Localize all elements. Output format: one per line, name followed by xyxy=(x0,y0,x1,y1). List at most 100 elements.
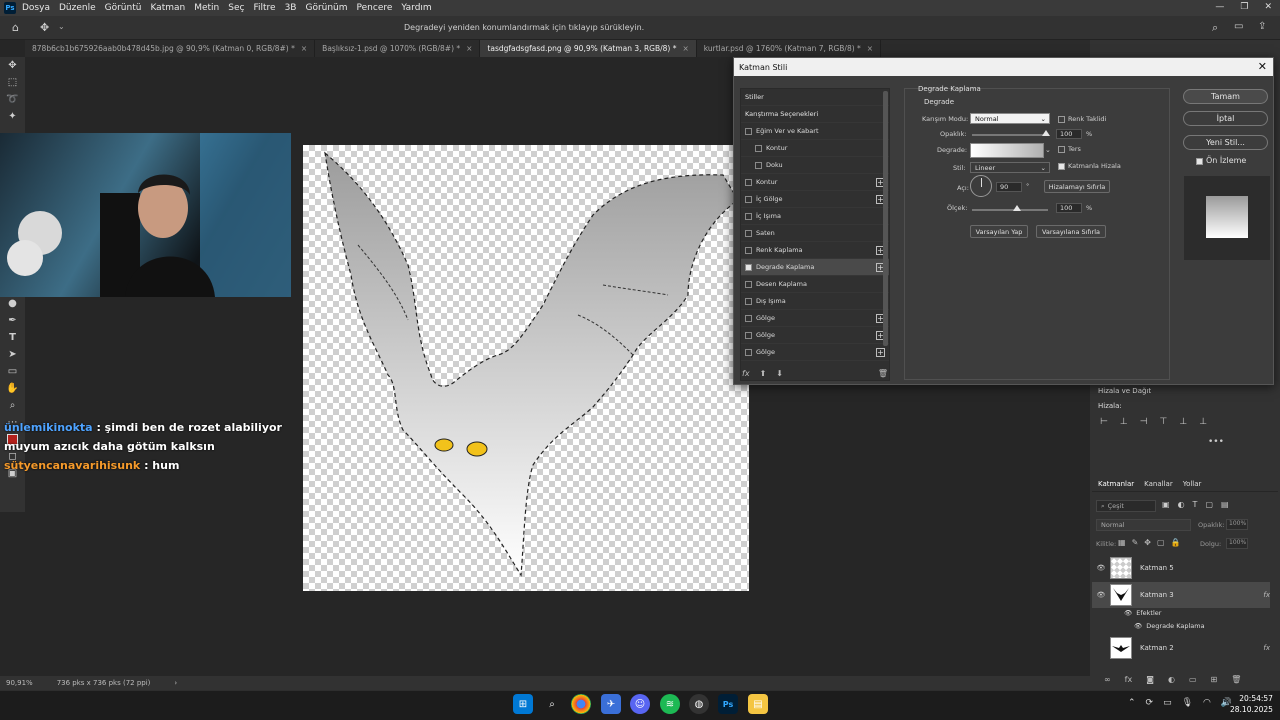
maps-icon[interactable]: ✈ xyxy=(601,694,621,714)
style-pattern-overlay[interactable]: Desen Kaplama xyxy=(741,276,889,293)
style-checkbox[interactable] xyxy=(755,144,762,152)
align-right-icon[interactable]: ⊣ xyxy=(1140,417,1148,427)
tab-doc-1[interactable]: 878b6cb1b675926aab0b478d45b.jpg @ 90,9% … xyxy=(25,40,316,57)
blend-mode-select[interactable]: Normal ⌄ xyxy=(970,113,1050,124)
search-icon[interactable]: ⌕ xyxy=(542,694,562,714)
chrome-icon[interactable] xyxy=(571,694,591,714)
style-checkbox[interactable] xyxy=(745,348,752,356)
ok-button[interactable]: Tamam xyxy=(1183,89,1268,104)
reverse-checkbox[interactable] xyxy=(1058,146,1065,153)
gradient-swatch[interactable] xyxy=(970,143,1044,158)
zoom-level[interactable]: 90,91% xyxy=(6,679,33,687)
effect-item[interactable]: 👁 Degrade Kaplama xyxy=(1134,622,1205,630)
opacity-slider-handle[interactable] xyxy=(1042,130,1050,136)
style-checkbox[interactable] xyxy=(745,178,752,186)
hand-tool-icon[interactable]: ✋ xyxy=(0,380,25,397)
wifi-icon[interactable]: ◠ xyxy=(1203,698,1211,708)
eye-icon[interactable]: 👁 xyxy=(1124,609,1132,617)
close-icon[interactable]: × xyxy=(301,44,307,53)
microphone-icon[interactable]: 🎙 xyxy=(1182,698,1193,708)
menu-window[interactable]: Pencere xyxy=(357,3,393,13)
cancel-button[interactable]: İptal xyxy=(1183,111,1268,126)
style-inner-glow[interactable]: İç Işıma xyxy=(741,208,889,225)
align-layer-checkbox[interactable] xyxy=(1058,163,1065,170)
menu-type[interactable]: Metin xyxy=(194,3,219,13)
align-vcenter-icon[interactable]: ⊥ xyxy=(1179,417,1187,427)
dodge-tool-icon[interactable]: ● xyxy=(0,295,25,312)
shape-filter-icon[interactable]: ▢ xyxy=(1205,500,1213,509)
tab-doc-4[interactable]: kurtlar.psd @ 1760% (Katman 7, RGB/8) * × xyxy=(697,40,882,57)
style-drop-shadow[interactable]: Gölge + xyxy=(741,327,889,344)
eye-icon[interactable]: 👁 xyxy=(1134,622,1142,630)
reset-alignment-button[interactable]: Hizalamayı Sıfırla xyxy=(1044,180,1110,193)
menu-view[interactable]: Görünüm xyxy=(305,3,347,13)
mask-icon[interactable]: ◙ xyxy=(1146,675,1154,684)
style-checkbox[interactable] xyxy=(745,263,752,271)
tab-doc-3[interactable]: tasdgfadsgfasd.png @ 90,9% (Katman 3, RG… xyxy=(480,40,697,57)
system-clock[interactable]: 20:54:57 28.10.2025 xyxy=(1230,693,1273,715)
chevron-down-icon[interactable]: ⌄ xyxy=(1045,146,1051,154)
style-drop-shadow[interactable]: Gölge + xyxy=(741,310,889,327)
align-bottom-icon[interactable]: ⊥ xyxy=(1199,417,1207,427)
style-contour[interactable]: Kontur xyxy=(741,140,889,157)
eye-icon[interactable]: 👁 xyxy=(1092,564,1110,572)
style-outer-glow[interactable]: Dış Işıma xyxy=(741,293,889,310)
make-default-button[interactable]: Varsayılan Yap xyxy=(970,225,1028,238)
dither-checkbox[interactable] xyxy=(1058,116,1065,123)
restore-icon[interactable]: ❐ xyxy=(1240,2,1248,12)
menu-filter[interactable]: Filtre xyxy=(253,3,275,13)
scale-input[interactable]: 100 xyxy=(1056,203,1082,213)
style-checkbox[interactable] xyxy=(755,161,762,169)
blending-options[interactable]: Karıştırma Seçenekleri xyxy=(741,106,889,123)
magic-wand-icon[interactable]: ✦ xyxy=(0,108,25,125)
style-checkbox[interactable] xyxy=(745,195,752,203)
chevron-up-icon[interactable]: ⌃ xyxy=(1128,698,1136,708)
opacity-input[interactable]: 100 xyxy=(1056,129,1082,139)
fx-icon[interactable]: fx xyxy=(1125,675,1133,684)
style-checkbox[interactable] xyxy=(745,331,752,339)
menu-image[interactable]: Görüntü xyxy=(105,3,142,13)
chevron-down-icon[interactable]: ⌄ xyxy=(58,22,65,31)
style-texture[interactable]: Doku xyxy=(741,157,889,174)
home-icon[interactable]: ⌂ xyxy=(12,21,19,34)
angle-input[interactable]: 90 xyxy=(996,182,1022,192)
angle-dial[interactable] xyxy=(970,175,992,197)
tab-doc-2[interactable]: Başlıksız-1.psd @ 1070% (RGB/8#) * × xyxy=(315,40,481,57)
style-checkbox[interactable] xyxy=(745,127,752,135)
document-canvas[interactable] xyxy=(303,145,749,591)
spotify-icon[interactable]: ≋ xyxy=(660,694,680,714)
lock-all-icon[interactable]: 🔒 xyxy=(1171,538,1181,547)
style-checkbox[interactable] xyxy=(745,280,752,288)
pixel-filter-icon[interactable]: ▣ xyxy=(1162,500,1170,509)
pen-tool-icon[interactable]: ✒ xyxy=(0,312,25,329)
layer-filter[interactable]: ⌕ Çeşit xyxy=(1096,500,1156,512)
style-select[interactable]: Lineer ⌄ xyxy=(970,162,1050,173)
close-icon[interactable]: ✕ xyxy=(1258,60,1267,73)
align-top-icon[interactable]: ⊤ xyxy=(1160,417,1168,427)
smart-filter-icon[interactable]: ▤ xyxy=(1221,500,1229,509)
style-bevel[interactable]: Eğim Ver ve Kabart xyxy=(741,123,889,140)
share-icon[interactable]: ⇪ xyxy=(1258,21,1266,32)
trash-icon[interactable]: 🗑 xyxy=(1231,675,1241,684)
fx-icon[interactable]: fx xyxy=(1263,644,1270,652)
align-hcenter-icon[interactable]: ⊥ xyxy=(1120,417,1128,427)
effects-group[interactable]: 👁 Efektler xyxy=(1124,609,1161,617)
sync-icon[interactable]: ⟳ xyxy=(1146,698,1154,708)
style-checkbox[interactable] xyxy=(745,229,752,237)
menu-layer[interactable]: Katman xyxy=(150,3,185,13)
menu-help[interactable]: Yardım xyxy=(401,3,431,13)
trash-icon[interactable]: 🗑 xyxy=(878,369,888,378)
path-select-icon[interactable]: ➤ xyxy=(0,346,25,363)
tab-layers[interactable]: Katmanlar xyxy=(1098,480,1134,488)
lock-pixels-icon[interactable]: ▦ xyxy=(1118,538,1126,547)
new-layer-icon[interactable]: ⊞ xyxy=(1211,675,1218,684)
style-checkbox[interactable] xyxy=(745,212,752,220)
zoom-tool-icon[interactable]: ⌕ xyxy=(0,397,25,414)
type-tool-icon[interactable]: T xyxy=(0,329,25,346)
style-inner-shadow[interactable]: İç Gölge + xyxy=(741,191,889,208)
menu-edit[interactable]: Düzenle xyxy=(59,3,96,13)
adjustment-filter-icon[interactable]: ◐ xyxy=(1178,500,1185,509)
style-drop-shadow[interactable]: Gölge + xyxy=(741,344,889,361)
link-icon[interactable]: ∞ xyxy=(1104,675,1111,684)
eye-icon[interactable]: 👁 xyxy=(1092,591,1110,599)
